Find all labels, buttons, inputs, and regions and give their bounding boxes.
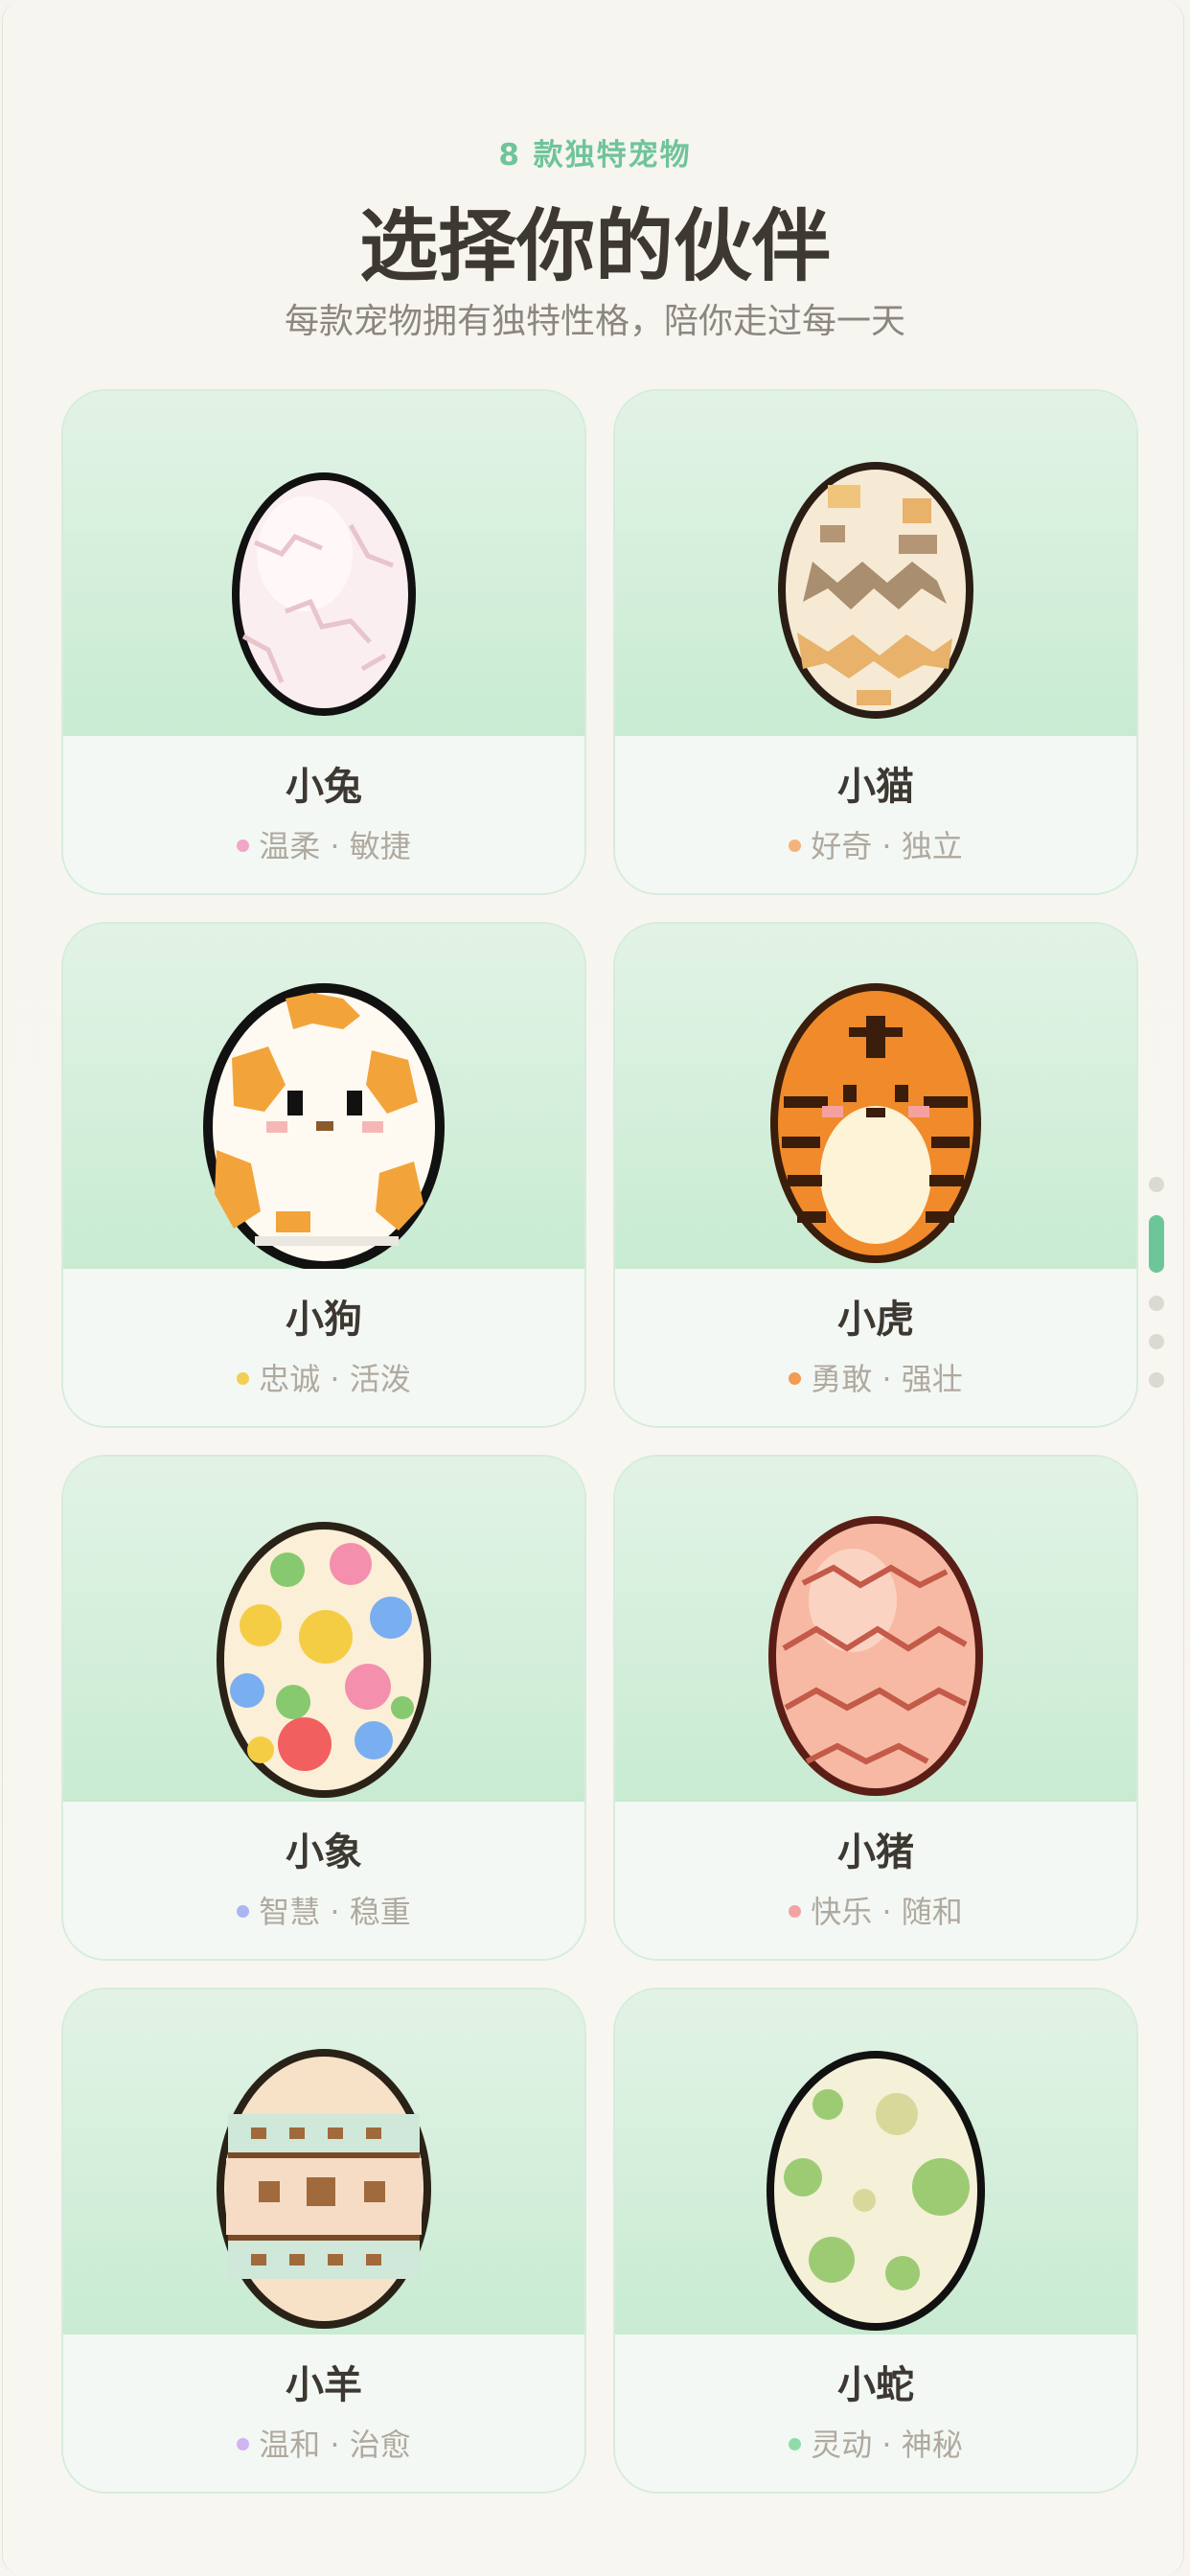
- pet-card-rabbit[interactable]: 小兔 温柔 · 敏捷: [61, 389, 586, 895]
- page-dot[interactable]: [1149, 1372, 1164, 1388]
- flower-egg-icon: [217, 1522, 431, 1798]
- pet-name: 小猫: [837, 765, 914, 809]
- pet-traits-text: 灵动 · 神秘: [811, 2426, 963, 2463]
- pet-name: 小象: [286, 1830, 362, 1874]
- pet-art: [615, 1457, 1136, 1802]
- pet-grid: 小兔 温柔 · 敏捷 小猫 好奇 · 独立 小狗 忠诚 · 活泼 小虎 勇敢 ·…: [61, 389, 1138, 2494]
- tiger-egg-icon: [770, 983, 981, 1263]
- pet-name: 小蛇: [837, 2363, 914, 2407]
- dog-face-egg-icon: [203, 983, 445, 1269]
- trait-dot: [789, 1371, 802, 1385]
- pet-art: [63, 391, 584, 736]
- page-dot-active[interactable]: [1149, 1215, 1164, 1273]
- pet-info: 小羊 温和 · 治愈: [63, 2334, 584, 2492]
- pet-traits: 快乐 · 随和: [615, 1888, 1136, 1932]
- pet-art: [63, 1457, 584, 1802]
- tabby-egg-icon: [778, 462, 973, 719]
- pet-art: [615, 924, 1136, 1269]
- pet-info: 小猪 快乐 · 随和: [615, 1802, 1136, 1959]
- pet-info: 小象 智慧 · 稳重: [63, 1802, 584, 1959]
- pet-name: 小兔: [286, 765, 362, 809]
- pet-name: 小狗: [286, 1298, 362, 1342]
- pet-art: [63, 924, 584, 1269]
- pet-art: [615, 1990, 1136, 2334]
- pet-art: [615, 391, 1136, 736]
- pet-info: 小狗 忠诚 · 活泼: [63, 1269, 584, 1426]
- pet-card-dog[interactable]: 小狗 忠诚 · 活泼: [61, 922, 586, 1428]
- pet-name: 小羊: [286, 2363, 362, 2407]
- pet-info: 小猫 好奇 · 独立: [615, 736, 1136, 893]
- pet-card-pig[interactable]: 小猪 快乐 · 随和: [613, 1455, 1138, 1961]
- pet-info: 小兔 温柔 · 敏捷: [63, 736, 584, 893]
- page-dot[interactable]: [1149, 1177, 1164, 1192]
- pet-info: 小蛇 灵动 · 神秘: [615, 2334, 1136, 2492]
- pet-card-sheep[interactable]: 小羊 温和 · 治愈: [61, 1988, 586, 2494]
- pet-traits-text: 温柔 · 敏捷: [259, 828, 411, 864]
- page-title: 选择你的伙伴: [358, 201, 831, 292]
- pet-traits: 温和 · 治愈: [63, 2421, 584, 2465]
- patterned-egg-icon: [217, 2049, 431, 2329]
- pet-traits-text: 快乐 · 随和: [811, 1894, 963, 1930]
- pet-name: 小猪: [837, 1830, 914, 1874]
- pet-traits-text: 温和 · 治愈: [259, 2426, 411, 2463]
- trait-dot: [789, 2437, 802, 2450]
- pet-traits: 灵动 · 神秘: [615, 2421, 1136, 2465]
- trait-dot: [789, 1904, 802, 1918]
- pet-count-label: 8 款独特宠物: [498, 138, 692, 172]
- pet-card-elephant[interactable]: 小象 智慧 · 稳重: [61, 1455, 586, 1961]
- pet-traits-text: 忠诚 · 活泼: [259, 1361, 411, 1397]
- pet-traits-text: 智慧 · 稳重: [259, 1894, 411, 1930]
- trait-dot: [237, 1371, 250, 1385]
- pet-traits: 温柔 · 敏捷: [63, 822, 584, 866]
- trait-dot: [237, 1904, 250, 1918]
- pet-card-cat[interactable]: 小猫 好奇 · 独立: [613, 389, 1138, 895]
- pet-traits: 勇敢 · 强壮: [615, 1355, 1136, 1399]
- pet-traits: 忠诚 · 活泼: [63, 1355, 584, 1399]
- pet-info: 小虎 勇敢 · 强壮: [615, 1269, 1136, 1426]
- pet-card-tiger[interactable]: 小虎 勇敢 · 强壮: [613, 922, 1138, 1428]
- trait-dot: [789, 839, 802, 852]
- page-dot[interactable]: [1149, 1296, 1164, 1311]
- pet-traits: 智慧 · 稳重: [63, 1888, 584, 1932]
- trait-dot: [237, 839, 250, 852]
- page-indicator: [1146, 1177, 1167, 1411]
- pet-traits: 好奇 · 独立: [615, 822, 1136, 866]
- pink-zigzag-egg-icon: [768, 1516, 983, 1796]
- pet-card-snake[interactable]: 小蛇 灵动 · 神秘: [613, 1988, 1138, 2494]
- pet-name: 小虎: [837, 1298, 914, 1342]
- page-dot[interactable]: [1149, 1334, 1164, 1349]
- page-subtitle: 每款宠物拥有独特性格，陪你走过每一天: [284, 302, 905, 341]
- trait-dot: [237, 2437, 250, 2450]
- pet-traits-text: 好奇 · 独立: [811, 828, 963, 864]
- pet-art: [63, 1990, 584, 2334]
- pet-traits-text: 勇敢 · 强壮: [811, 1361, 963, 1397]
- green-spotted-egg-icon: [767, 2051, 985, 2331]
- white-cracked-egg-icon: [232, 472, 416, 716]
